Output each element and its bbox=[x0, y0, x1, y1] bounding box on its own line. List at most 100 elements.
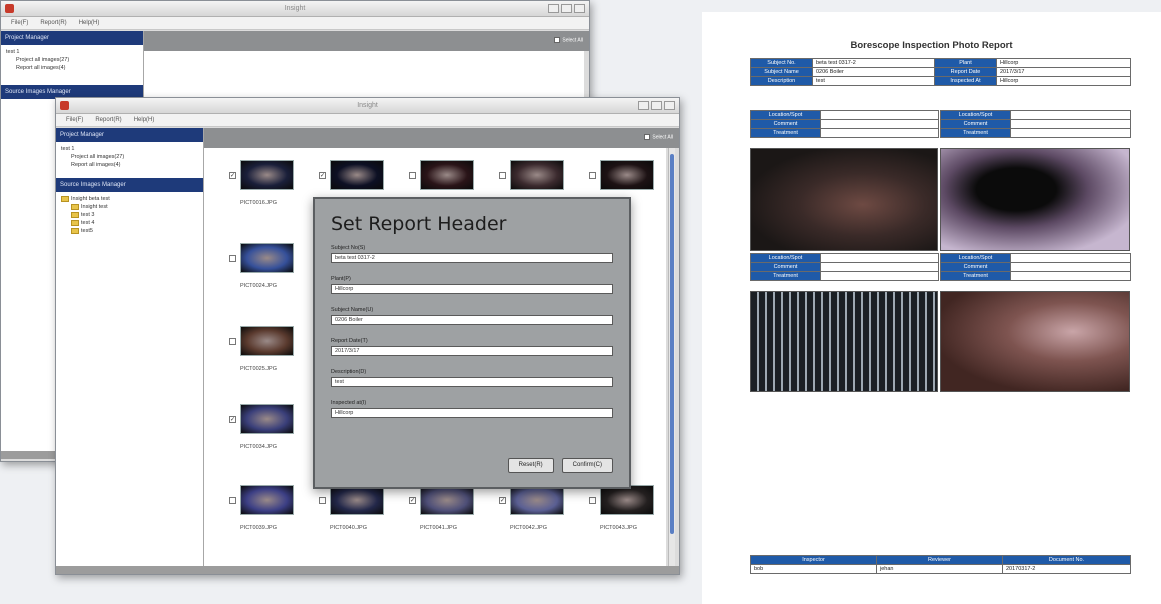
photo-info-table: Location/Spot Comment Treatment bbox=[750, 253, 939, 281]
report-date-input[interactable]: 2017/3/17 bbox=[331, 346, 613, 356]
tree-node-project[interactable]: test 1 bbox=[6, 48, 138, 56]
source-node[interactable]: Insight test bbox=[61, 203, 198, 211]
header-value: 0206 Boiler bbox=[812, 67, 935, 77]
footer-header: Reviewer bbox=[876, 555, 1003, 565]
description-input[interactable]: test bbox=[331, 377, 613, 387]
thumbnail-checkbox[interactable]: ✓ bbox=[229, 416, 236, 423]
thumbnail-image[interactable] bbox=[420, 485, 474, 515]
thumbnail-image[interactable] bbox=[330, 160, 384, 190]
menu-report[interactable]: Report(R) bbox=[40, 17, 66, 29]
menu-file[interactable]: File(F) bbox=[66, 114, 83, 126]
close-icon[interactable] bbox=[574, 4, 585, 13]
thumbnail-checkbox[interactable]: ✓ bbox=[319, 172, 326, 179]
photo-value bbox=[1010, 110, 1131, 120]
source-node[interactable]: test 4 bbox=[61, 219, 198, 227]
thumbnail-item[interactable]: ✓ PICT0016.JPG bbox=[229, 160, 294, 206]
thumbnail-checkbox[interactable]: ✓ bbox=[229, 172, 236, 179]
menu-report[interactable]: Report(R) bbox=[95, 114, 121, 126]
thumbnail-item[interactable]: PICT0040.JPG bbox=[319, 485, 384, 531]
thumbnail-image[interactable] bbox=[240, 404, 294, 434]
inspection-photo bbox=[940, 291, 1130, 392]
thumbnail-checkbox[interactable] bbox=[589, 497, 596, 504]
photo-key: Location/Spot bbox=[940, 110, 1011, 120]
checkbox-icon[interactable] bbox=[644, 134, 651, 140]
table-row: Treatment bbox=[750, 128, 939, 138]
thumbnail-checkbox[interactable]: ✓ bbox=[499, 497, 506, 504]
header-key: Report Date bbox=[934, 67, 997, 77]
reset-button[interactable]: Reset(R) bbox=[507, 458, 554, 473]
thumbnail-item[interactable]: PICT0043.JPG bbox=[589, 485, 654, 531]
close-icon[interactable] bbox=[664, 101, 675, 110]
menu-file[interactable]: File(F) bbox=[11, 17, 28, 29]
thumbnail-item[interactable]: PICT0024.JPG bbox=[229, 243, 294, 289]
thumbnail-item[interactable] bbox=[499, 160, 564, 200]
scrollbar-thumb[interactable] bbox=[670, 154, 674, 534]
tree-node-project-all[interactable]: Project all images(27) bbox=[61, 153, 198, 161]
back-select-all[interactable]: Select All bbox=[554, 37, 583, 43]
folder-icon bbox=[71, 211, 79, 218]
thumbnail-image[interactable] bbox=[600, 160, 654, 190]
thumbnail-checkbox[interactable] bbox=[409, 172, 416, 179]
thumbnail-item[interactable]: PICT0025.JPG bbox=[229, 326, 294, 372]
thumbnail-image[interactable] bbox=[240, 485, 294, 515]
report-header-table: Subject No. beta test 0317-2 Plant Hillc… bbox=[750, 58, 1131, 86]
thumbnail-checkbox[interactable] bbox=[229, 497, 236, 504]
photo-value bbox=[820, 119, 939, 129]
back-window-controls bbox=[548, 4, 585, 13]
maximize-icon[interactable] bbox=[651, 101, 662, 110]
tree-node-project[interactable]: test 1 bbox=[61, 145, 198, 153]
thumbnail-item[interactable]: PICT0039.JPG bbox=[229, 485, 294, 531]
thumbnail-checkbox[interactable] bbox=[319, 497, 326, 504]
maximize-icon[interactable] bbox=[561, 4, 572, 13]
thumbnail-item[interactable]: ✓ PICT0042.JPG bbox=[499, 485, 564, 531]
thumbnail-image[interactable] bbox=[600, 485, 654, 515]
subject-name-input[interactable]: 0206 Boiler bbox=[331, 315, 613, 325]
table-row: Location/Spot bbox=[940, 110, 1131, 120]
tree-node-report-all[interactable]: Report all images(4) bbox=[61, 161, 198, 169]
footer-value: bob bbox=[750, 564, 877, 574]
table-row: Location/Spot bbox=[750, 110, 939, 120]
menu-help[interactable]: Help(H) bbox=[134, 114, 155, 126]
thumbnail-checkbox[interactable]: ✓ bbox=[409, 497, 416, 504]
thumbnail-checkbox[interactable] bbox=[229, 338, 236, 345]
checkbox-icon[interactable] bbox=[554, 37, 561, 43]
inspection-photo bbox=[940, 148, 1130, 251]
thumbnail-item[interactable]: ✓ bbox=[319, 160, 384, 200]
thumbnail-caption: PICT0040.JPG bbox=[330, 525, 367, 531]
menu-help[interactable]: Help(H) bbox=[79, 17, 100, 29]
source-node[interactable]: test 3 bbox=[61, 211, 198, 219]
thumbnail-item[interactable] bbox=[589, 160, 654, 200]
inspected-at-input[interactable]: Hillcorp bbox=[331, 408, 613, 418]
header-value: beta test 0317-2 bbox=[812, 58, 935, 68]
thumbnail-image[interactable] bbox=[240, 326, 294, 356]
thumbnail-image[interactable] bbox=[510, 485, 564, 515]
minimize-icon[interactable] bbox=[548, 4, 559, 13]
source-node[interactable]: test5 bbox=[61, 227, 198, 235]
tree-node-project-all[interactable]: Project all images(27) bbox=[6, 56, 138, 64]
photo-key: Comment bbox=[940, 262, 1011, 272]
subject-no-input[interactable]: beta test 0317-2 bbox=[331, 253, 613, 263]
plant-input[interactable]: Hillcorp bbox=[331, 284, 613, 294]
photo-info-table: Location/Spot Comment Treatment bbox=[940, 110, 1131, 138]
thumbnail-checkbox[interactable] bbox=[589, 172, 596, 179]
source-node[interactable]: Insight beta test bbox=[61, 195, 198, 203]
thumbnail-image[interactable] bbox=[420, 160, 474, 190]
vertical-scrollbar[interactable] bbox=[668, 148, 675, 566]
thumbnail-checkbox[interactable] bbox=[499, 172, 506, 179]
select-all-label: Select All bbox=[652, 134, 673, 141]
table-row: Comment bbox=[750, 119, 939, 129]
thumbnail-item[interactable]: ✓ PICT0034.JPG bbox=[229, 404, 294, 450]
select-all[interactable]: Select All bbox=[644, 134, 673, 140]
thumbnail-image[interactable] bbox=[330, 485, 384, 515]
tree-node-report-all[interactable]: Report all images(4) bbox=[6, 64, 138, 72]
thumbnail-item[interactable] bbox=[409, 160, 474, 200]
photo-value bbox=[1010, 262, 1131, 272]
minimize-icon[interactable] bbox=[638, 101, 649, 110]
confirm-button[interactable]: Confirm(C) bbox=[561, 458, 613, 473]
front-window-titlebar: Insight bbox=[56, 98, 679, 114]
thumbnail-image[interactable] bbox=[240, 243, 294, 273]
thumbnail-checkbox[interactable] bbox=[229, 255, 236, 262]
thumbnail-item[interactable]: ✓ PICT0041.JPG bbox=[409, 485, 474, 531]
thumbnail-image[interactable] bbox=[240, 160, 294, 190]
thumbnail-image[interactable] bbox=[510, 160, 564, 190]
